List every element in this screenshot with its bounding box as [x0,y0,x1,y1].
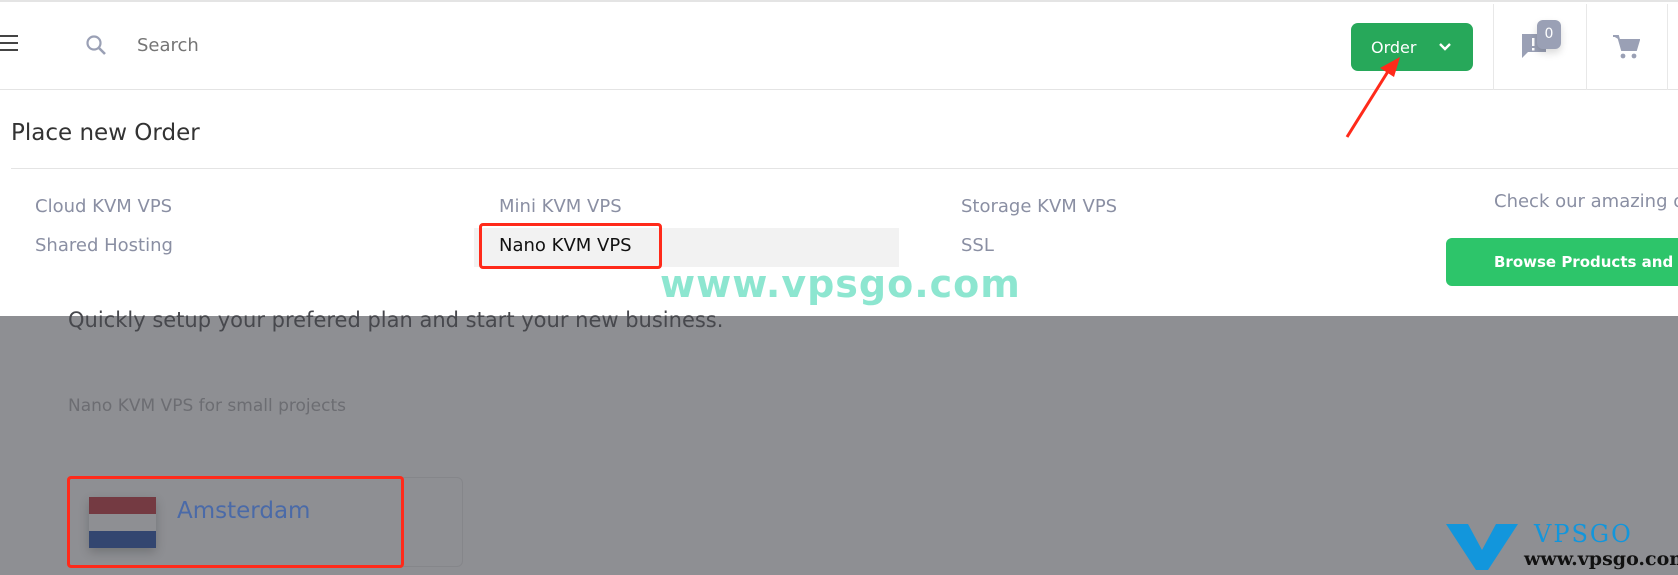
search-input[interactable] [137,30,637,60]
menu-item-ssl[interactable]: SSL [961,235,994,256]
divider [1667,4,1668,91]
panel-title: Place new Order [11,120,200,146]
vpsgo-logo: VPSGO www.vpsgo.com [1446,520,1678,575]
annotation-highlight-box [67,476,404,568]
notification-badge: 0 [1537,20,1561,49]
divider [11,168,1678,169]
menu-item-cloud-kvm-vps[interactable]: Cloud KVM VPS [35,196,172,217]
category-description: Nano KVM VPS for small projects [68,396,346,416]
menu-item-mini-kvm-vps[interactable]: Mini KVM VPS [499,196,622,217]
cart-icon[interactable] [1612,34,1640,60]
logo-v-mark [1446,524,1518,570]
promo-text: Check our amazing offers [1494,191,1678,212]
hamburger-menu-icon[interactable] [0,35,18,51]
top-header: Order 0 [0,0,1678,91]
chevron-down-icon [1439,43,1452,51]
divider [1493,4,1494,91]
annotation-highlight-box [479,223,662,269]
browse-label: Browse Products and Services [1494,253,1678,271]
watermark-text: www.vpsgo.com [660,262,1021,306]
search-icon [86,35,106,55]
menu-item-shared-hosting[interactable]: Shared Hosting [35,235,173,256]
divider [1586,4,1587,91]
menu-item-storage-kvm-vps[interactable]: Storage KVM VPS [961,196,1117,217]
annotation-arrow [1345,57,1400,138]
browse-products-button[interactable]: Browse Products and Services [1446,238,1678,286]
page-subtitle: Quickly setup your prefered plan and sta… [68,308,724,332]
